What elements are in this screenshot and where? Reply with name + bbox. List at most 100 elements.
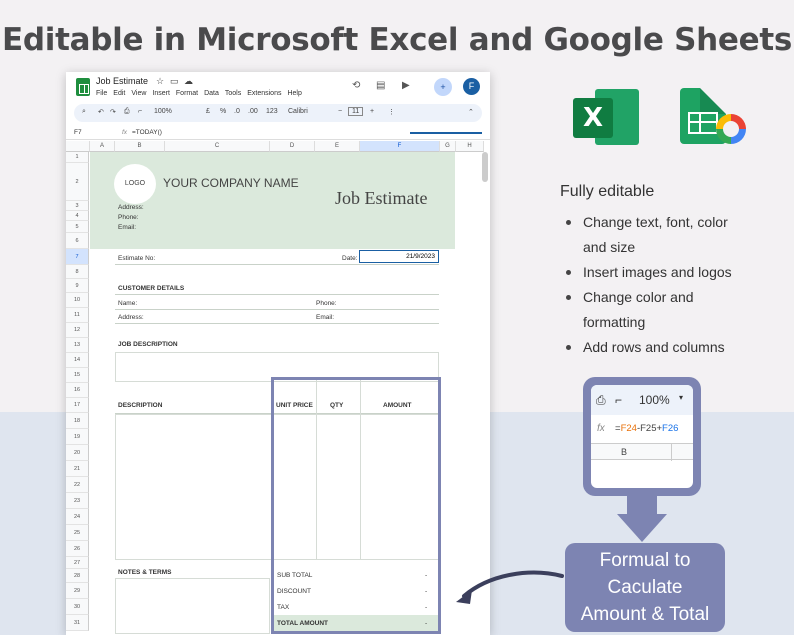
star-icon[interactable]: ☆: [156, 76, 164, 87]
row-header[interactable]: 16: [66, 383, 89, 398]
divider: [115, 309, 439, 310]
customer-phone-label[interactable]: Phone:: [316, 300, 337, 307]
menu-edit[interactable]: Edit: [113, 90, 125, 97]
menu-format[interactable]: Format: [176, 90, 198, 97]
row-header[interactable]: 2: [66, 163, 89, 201]
notes-terms-heading[interactable]: NOTES & TERMS: [118, 569, 171, 576]
increase-decimal-button[interactable]: .00: [248, 108, 258, 115]
company-name[interactable]: YOUR COMPANY NAME: [163, 176, 299, 190]
document-heading[interactable]: Job Estimate: [335, 188, 428, 209]
row-header[interactable]: 23: [66, 493, 89, 509]
row-header[interactable]: 7: [66, 249, 89, 265]
meet-icon[interactable]: ▶: [402, 80, 410, 91]
column-header[interactable]: B: [115, 141, 165, 152]
estimate-no-label[interactable]: Estimate No:: [118, 255, 155, 262]
job-description-heading[interactable]: JOB DESCRIPTION: [118, 341, 178, 348]
row-header[interactable]: 4: [66, 211, 89, 221]
folder-icon[interactable]: ▭: [170, 76, 179, 87]
column-header[interactable]: E: [315, 141, 360, 152]
date-label[interactable]: Date:: [342, 255, 358, 262]
percent-button[interactable]: %: [220, 108, 226, 115]
row-header[interactable]: 11: [66, 308, 89, 323]
company-phone[interactable]: Phone:: [118, 214, 139, 221]
row-header[interactable]: 15: [66, 368, 89, 383]
column-header[interactable]: D: [270, 141, 315, 152]
menu-view[interactable]: View: [131, 90, 146, 97]
menu-file[interactable]: File: [96, 90, 107, 97]
row-header[interactable]: 10: [66, 293, 89, 308]
row-header[interactable]: 27: [66, 557, 89, 569]
column-header[interactable]: C: [165, 141, 270, 152]
row-header[interactable]: 3: [66, 201, 89, 211]
formula-input[interactable]: =TODAY(): [132, 129, 162, 136]
row-header[interactable]: 24: [66, 509, 89, 525]
column-header[interactable]: G: [440, 141, 456, 152]
row-header[interactable]: 31: [66, 615, 89, 631]
company-email[interactable]: Email:: [118, 224, 136, 231]
font-size-increase-icon[interactable]: +: [370, 108, 374, 115]
sheets-logo-icon[interactable]: [76, 78, 90, 96]
customer-address-label[interactable]: Address:: [118, 314, 144, 321]
row-header[interactable]: 18: [66, 413, 89, 429]
redo-icon[interactable]: ↷: [110, 108, 116, 116]
row-header[interactable]: 5: [66, 221, 89, 233]
row-header[interactable]: 9: [66, 279, 89, 293]
column-header[interactable]: F: [360, 141, 440, 152]
more-icon[interactable]: ⋮: [388, 108, 395, 116]
number-format-button[interactable]: 123: [266, 108, 278, 115]
column-header[interactable]: H: [456, 141, 484, 152]
row-header[interactable]: 20: [66, 445, 89, 461]
row-header[interactable]: 8: [66, 265, 89, 279]
zoom-select[interactable]: 100%: [154, 108, 172, 115]
menu-insert[interactable]: Insert: [152, 90, 170, 97]
selection-indicator: [410, 132, 482, 134]
row-header[interactable]: 13: [66, 338, 89, 353]
share-icon[interactable]: +: [434, 78, 452, 96]
customer-details-heading[interactable]: CUSTOMER DETAILS: [118, 285, 184, 292]
collapse-icon[interactable]: ⌃: [468, 108, 474, 116]
menu-tools[interactable]: Tools: [225, 90, 241, 97]
row-header[interactable]: 28: [66, 569, 89, 583]
row-header[interactable]: 14: [66, 353, 89, 368]
customer-email-label[interactable]: Email:: [316, 314, 334, 321]
undo-icon[interactable]: ↶: [98, 108, 104, 116]
font-size-decrease-icon[interactable]: −: [338, 108, 342, 115]
row-header[interactable]: 12: [66, 323, 89, 338]
logo-placeholder[interactable]: LOGO: [114, 164, 156, 204]
column-header[interactable]: A: [90, 141, 115, 152]
comment-icon[interactable]: ▤: [376, 80, 385, 91]
row-header[interactable]: 17: [66, 398, 89, 413]
row-header[interactable]: 1: [66, 152, 89, 163]
row-header[interactable]: 25: [66, 525, 89, 541]
company-address[interactable]: Address:: [118, 204, 144, 211]
history-icon[interactable]: ⟲: [352, 80, 360, 91]
currency-button[interactable]: £: [206, 108, 210, 115]
row-header[interactable]: 29: [66, 583, 89, 599]
print-icon[interactable]: ⎙: [124, 108, 130, 116]
customer-name-label[interactable]: Name:: [118, 300, 137, 307]
search-icon[interactable]: ⌕: [82, 108, 86, 116]
decrease-decimal-button[interactable]: .0: [234, 108, 240, 115]
avatar[interactable]: F: [463, 78, 480, 95]
row-header[interactable]: 22: [66, 477, 89, 493]
font-size-input[interactable]: 11: [348, 107, 364, 116]
row-header[interactable]: 26: [66, 541, 89, 557]
row-header[interactable]: 30: [66, 599, 89, 615]
features-title: Fully editable: [560, 183, 655, 200]
date-cell[interactable]: 21/9/2023: [359, 250, 439, 263]
paint-format-icon[interactable]: ⌐: [138, 108, 142, 115]
select-all-corner[interactable]: [66, 141, 90, 152]
sheet-grid[interactable]: LOGO YOUR COMPANY NAME Address: Phone: E…: [90, 152, 490, 635]
cloud-icon[interactable]: ☁: [184, 76, 193, 87]
row-header[interactable]: 19: [66, 429, 89, 445]
cell-reference[interactable]: F7: [74, 129, 82, 136]
menu-data[interactable]: Data: [204, 90, 219, 97]
notes-box[interactable]: [115, 578, 270, 634]
description-header[interactable]: DESCRIPTION: [118, 402, 162, 409]
row-header[interactable]: 21: [66, 461, 89, 477]
font-select[interactable]: Calibri: [288, 108, 308, 115]
document-title[interactable]: Job Estimate: [96, 76, 148, 86]
menu-help[interactable]: Help: [287, 90, 301, 97]
row-header[interactable]: 6: [66, 233, 89, 249]
menu-extensions[interactable]: Extensions: [247, 90, 281, 97]
